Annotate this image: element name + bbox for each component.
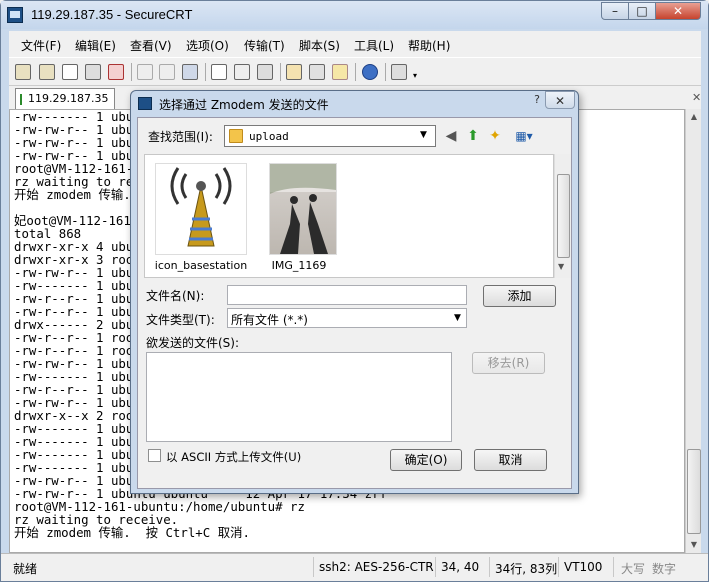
toolbar-separator — [131, 63, 132, 81]
status-separator — [558, 557, 559, 577]
status-cursor: 34, 40 — [441, 560, 480, 574]
status-separator — [613, 557, 614, 577]
tab-label: 119.29.187.35 — [28, 92, 109, 105]
status-separator — [435, 557, 436, 577]
send-list-label: 欲发送的文件(S): — [146, 336, 240, 350]
folder-icon — [229, 129, 243, 143]
keymap-icon[interactable] — [332, 64, 348, 80]
connect-tab-icon[interactable] — [62, 64, 78, 80]
lookin-label: 查找范围(I): — [148, 130, 213, 144]
file-list-scrollbar[interactable]: ▼ — [554, 154, 571, 278]
scroll-down-icon[interactable]: ▼ — [558, 262, 564, 271]
back-icon[interactable]: ◀ — [442, 127, 460, 145]
file-item[interactable]: IMG_1169 — [265, 161, 365, 277]
dialog-app-icon — [138, 97, 152, 110]
session-options-icon[interactable] — [286, 64, 302, 80]
filename-input[interactable] — [227, 285, 467, 305]
toolbar-separator — [280, 63, 281, 81]
status-ready: 就绪 — [13, 562, 38, 576]
sftp-icon[interactable] — [391, 64, 407, 80]
print-setup-icon[interactable] — [234, 64, 250, 80]
minimize-button[interactable]: – — [601, 2, 629, 20]
dialog-title-bar[interactable]: 选择通过 Zmodem 发送的文件 ? ✕ — [131, 91, 578, 115]
terminal-line: 开始 zmodem 传输. 按 Ctrl+C 取消. — [14, 525, 250, 540]
file-name: IMG_1169 — [271, 259, 327, 272]
app-icon — [7, 7, 23, 23]
status-size: 34行, 83列 — [495, 562, 558, 576]
ascii-checkbox[interactable] — [148, 449, 161, 462]
terminal-scrollbar[interactable]: ▲ ▼ — [685, 109, 701, 553]
dialog-help-button[interactable]: ? — [527, 93, 547, 109]
lookin-value: upload — [249, 130, 289, 143]
print-icon[interactable] — [211, 64, 227, 80]
file-list[interactable]: icon_basestation IMG_1169 — [144, 154, 554, 278]
cancel-button[interactable]: 取消 — [474, 449, 547, 471]
remove-button[interactable]: 移去(R) — [472, 352, 545, 374]
filename-label: 文件名(N): — [146, 289, 205, 303]
copy-icon[interactable] — [137, 64, 153, 80]
up-folder-icon[interactable]: ⬆ — [464, 127, 482, 145]
scroll-thumb[interactable] — [687, 449, 701, 534]
view-menu-icon[interactable]: ▦▾ — [510, 127, 538, 145]
new-folder-icon[interactable]: ✦ — [486, 127, 504, 145]
close-button[interactable]: ✕ — [655, 2, 701, 20]
send-file-list[interactable] — [146, 352, 452, 442]
antenna-icon — [155, 163, 247, 255]
help-icon[interactable] — [362, 64, 378, 80]
chevron-down-icon: ▼ — [420, 130, 427, 140]
dialog-close-button[interactable]: ✕ — [545, 91, 575, 109]
paste-icon[interactable] — [159, 64, 175, 80]
file-name: icon_basestation — [154, 259, 248, 272]
file-item[interactable]: icon_basestation — [151, 161, 251, 277]
menu-transfer[interactable]: 传输(T) — [244, 37, 285, 54]
filetype-select[interactable]: 所有文件 (*.*) ▼ — [227, 308, 467, 328]
maximize-button[interactable]: □ — [628, 2, 656, 20]
find-icon[interactable] — [182, 64, 198, 80]
status-term: VT100 — [564, 560, 603, 574]
connect-icon[interactable] — [15, 64, 31, 80]
tab-session[interactable]: 119.29.187.35 — [15, 88, 115, 110]
toolbar: ▾ — [9, 57, 701, 85]
dialog-title: 选择通过 Zmodem 发送的文件 — [159, 98, 329, 112]
status-bar: 就绪 ssh2: AES-256-CTR 34, 40 34行, 83列 VT1… — [1, 553, 708, 581]
filetype-value: 所有文件 (*.*) — [231, 313, 308, 327]
dialog-body: 查找范围(I): upload ▼ ◀ ⬆ ✦ ▦▾ icon_basestat… — [137, 117, 572, 489]
menu-help[interactable]: 帮助(H) — [408, 37, 450, 54]
disconnect-icon[interactable] — [108, 64, 124, 80]
menu-bar: 文件(F) 编辑(E) 查看(V) 选项(O) 传输(T) 脚本(S) 工具(L… — [9, 31, 701, 57]
menu-view[interactable]: 查看(V) — [130, 37, 172, 54]
filetype-label: 文件类型(T): — [146, 313, 215, 327]
printer-icon[interactable] — [257, 64, 273, 80]
toolbar-separator — [385, 63, 386, 81]
scroll-up-icon[interactable]: ▲ — [686, 109, 702, 125]
status-num: 数字 — [652, 562, 677, 576]
global-options-icon[interactable] — [309, 64, 325, 80]
title-bar[interactable]: 119.29.187.35 - SecureCRT – □ ✕ — [1, 1, 708, 29]
toolbar-separator — [355, 63, 356, 81]
scroll-down-icon[interactable]: ▼ — [686, 537, 702, 553]
menu-options[interactable]: 选项(O) — [186, 37, 229, 54]
menu-script[interactable]: 脚本(S) — [299, 37, 340, 54]
menu-file[interactable]: 文件(F) — [21, 37, 61, 54]
ascii-label: 以 ASCII 方式上传文件(U) — [166, 450, 302, 464]
photo-thumbnail — [269, 163, 337, 255]
lookin-select[interactable]: upload ▼ — [224, 125, 436, 147]
ok-button[interactable]: 确定(O) — [390, 449, 462, 471]
chevron-down-icon: ▼ — [454, 313, 461, 323]
add-button[interactable]: 添加 — [483, 285, 556, 307]
toolbar-separator — [205, 63, 206, 81]
menu-tools[interactable]: 工具(L) — [354, 37, 394, 54]
toolbar-overflow-icon[interactable]: ▾ — [413, 71, 417, 80]
zmodem-file-dialog: 选择通过 Zmodem 发送的文件 ? ✕ 查找范围(I): upload ▼ … — [130, 90, 579, 494]
window-title: 119.29.187.35 - SecureCRT — [31, 7, 193, 22]
scroll-thumb[interactable] — [557, 174, 570, 258]
menu-edit[interactable]: 编辑(E) — [75, 37, 116, 54]
status-cipher: ssh2: AES-256-CTR — [319, 560, 434, 574]
quick-connect-icon[interactable] — [39, 64, 55, 80]
status-separator — [489, 557, 490, 577]
tab-close-icon[interactable]: ✕ — [692, 91, 701, 104]
reconnect-icon[interactable] — [85, 64, 101, 80]
status-separator — [313, 557, 314, 577]
status-caps: 大写 — [621, 562, 646, 576]
